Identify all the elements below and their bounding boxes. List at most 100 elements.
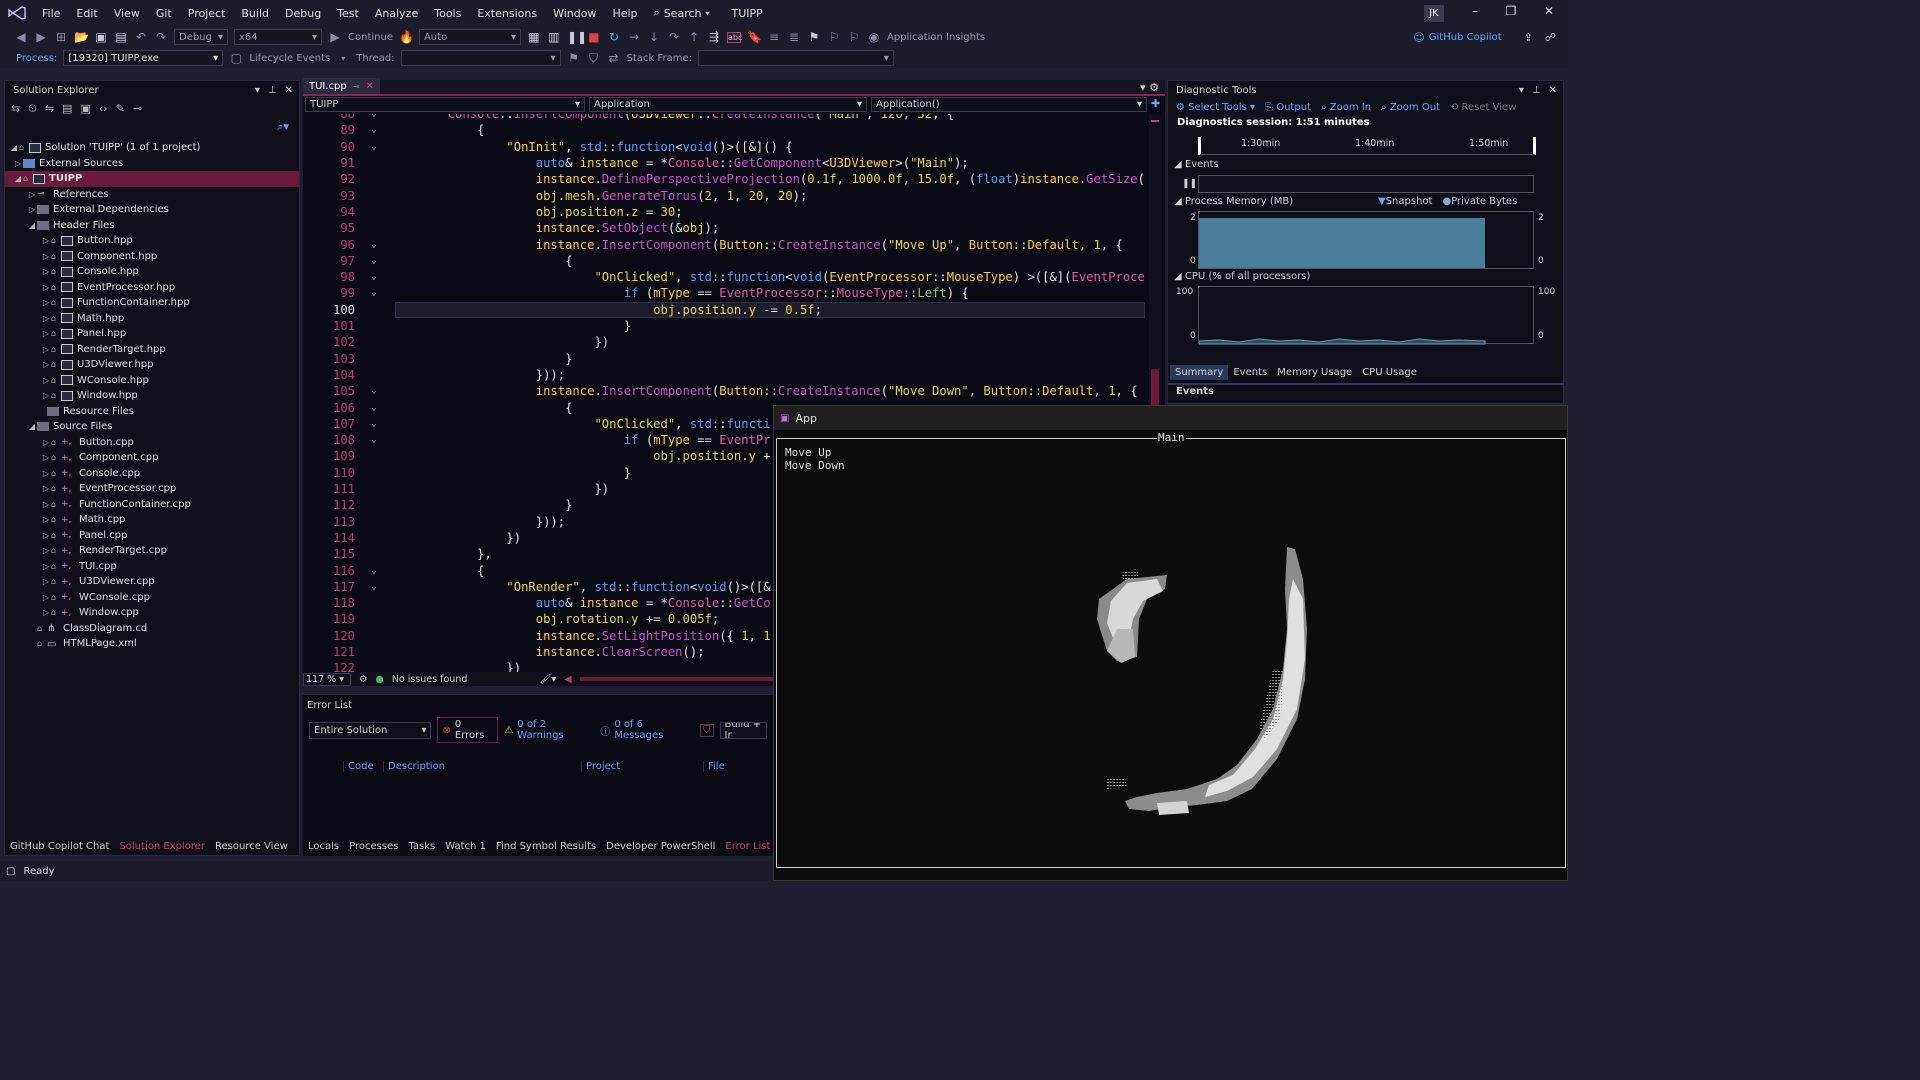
tab-tui-cpp[interactable]: TUI.cpp ⊸ ✕ — [303, 78, 380, 94]
menu-file[interactable]: File — [34, 7, 68, 20]
tree-header-files[interactable]: ◢ Header Files — [5, 218, 299, 234]
feedback-icon[interactable]: ☍ — [1545, 31, 1556, 44]
insights-icon[interactable]: ◉ — [867, 30, 881, 44]
stack-frame-select[interactable]: ▾ — [697, 50, 894, 66]
step-over-icon[interactable]: ↷ — [667, 30, 681, 44]
menu-analyze[interactable]: Analyze — [367, 7, 426, 20]
fold-icon[interactable]: ⌄ — [359, 125, 389, 135]
code-line[interactable]: 120 instance.SetLightPosition({ 1, 1 — [303, 628, 771, 644]
memory-chart[interactable] — [1198, 211, 1534, 269]
history-icon[interactable]: ⏲ — [28, 102, 37, 116]
code-line[interactable]: 104 })); — [303, 367, 565, 383]
column-code[interactable]: Code — [343, 761, 383, 772]
tab-tasks[interactable]: Tasks — [408, 841, 435, 852]
bookmark-icon[interactable]: 🔖 — [747, 30, 762, 44]
code-line[interactable]: 111 }) — [303, 481, 609, 497]
code-line[interactable]: 108 ⌄ if (mType == EventPr — [303, 432, 771, 448]
tree-source-file[interactable]: ▷ ⌂ +‚ Component.cpp — [5, 450, 299, 466]
tree-source-file[interactable]: ▷ ⌂ +‚ FunctionContainer.cpp — [5, 497, 299, 513]
menu-debug[interactable]: Debug — [277, 7, 329, 20]
flag-icon[interactable]: ⚑ — [567, 51, 581, 65]
collapse-all-icon[interactable]: ▤ — [62, 102, 72, 116]
tab-watch-1[interactable]: Watch 1 — [445, 841, 486, 852]
code-line[interactable]: 113 })); — [303, 514, 565, 530]
code-line[interactable]: 100 obj.position.y -= 0.5f; — [303, 302, 822, 318]
tab-cpu-usage[interactable]: CPU Usage — [1357, 365, 1422, 380]
tab-developer-powershell[interactable]: Developer PowerShell — [606, 841, 715, 852]
code-line[interactable]: 101 } — [303, 318, 631, 334]
tree-solution[interactable]: ◢ ⌂ Solution 'TUIPP' (1 of 1 project) — [5, 140, 299, 156]
horizontal-scrollbar[interactable] — [579, 677, 773, 681]
menu-project[interactable]: Project — [180, 7, 234, 20]
code-line[interactable]: 118 auto& instance = *Console::GetCo — [303, 595, 771, 611]
tree-header-file[interactable]: ▷ ⌂ Component.hpp — [5, 249, 299, 265]
warnings-filter-button[interactable]: ⚠ 0 of 2 Warnings — [504, 719, 594, 741]
menu-test[interactable]: Test — [329, 7, 367, 20]
code-line[interactable]: 98 ⌄ "OnClicked", std::function<void(Even… — [303, 269, 1145, 285]
code-line[interactable]: 93 obj.mesh.GenerateTorus(2, 1, 20, 20); — [303, 188, 807, 204]
pin-icon[interactable]: ⊸ — [353, 82, 360, 91]
switch-views-icon[interactable]: ⇋ — [45, 102, 54, 116]
move-down-button[interactable]: Move Down — [785, 459, 845, 472]
code-line[interactable]: 94 obj.position.z = 30; — [303, 204, 682, 220]
column-file[interactable]: File — [703, 761, 763, 772]
code-line[interactable]: 109 obj.position.y + — [303, 448, 771, 464]
preview-icon[interactable]: ⊸ — [133, 102, 142, 116]
tree-source-file[interactable]: ▷ ⌂ +‚ U3DViewer.cpp — [5, 574, 299, 590]
tab-list-icon[interactable]: ▾ ⚙ — [1134, 81, 1165, 94]
code-line[interactable]: 96 ⌄ instance.InsertComponent(Button::Cre… — [303, 236, 1123, 252]
select-tools-button[interactable]: ⚙ Select Tools ▾ — [1176, 102, 1255, 113]
tree-resource-files[interactable]: Resource Files — [5, 404, 299, 420]
tree-header-file[interactable]: ▷ ⌂ WConsole.hpp — [5, 373, 299, 389]
stop-icon[interactable]: ■ — [587, 30, 601, 44]
code-line[interactable]: 115 }, — [303, 546, 492, 562]
code-line[interactable]: 103 } — [303, 351, 572, 367]
tab-solution-explorer[interactable]: Solution Explorer — [119, 841, 205, 852]
pause-icon[interactable]: ❚❚ — [1182, 179, 1197, 189]
bookmark-toggle-icon[interactable]: ⚑ — [807, 30, 821, 44]
code-line[interactable]: 121 instance.ClearScreen(); — [303, 644, 705, 660]
tab-memory-usage[interactable]: Memory Usage — [1272, 365, 1357, 380]
pause-icon[interactable]: ❚❚ — [567, 30, 587, 44]
tab-locals[interactable]: Locals — [308, 841, 339, 852]
scroll-thumb[interactable] — [1151, 369, 1159, 409]
tree-header-file[interactable]: ▷ ⌂ Button.hpp — [5, 233, 299, 249]
tree-header-file[interactable]: ▷ ⌂ FunctionContainer.hpp — [5, 295, 299, 311]
close-icon[interactable]: ✕ — [1534, 4, 1564, 22]
brush-icon[interactable]: 🖌▾ — [539, 674, 556, 685]
tab-resource-view[interactable]: Resource View — [215, 841, 288, 852]
fold-icon[interactable]: ⌄ — [359, 435, 389, 445]
messages-filter-button[interactable]: ⓘ 0 of 6 Messages — [600, 719, 694, 741]
tree-header-file[interactable]: ▷ ⌂ Window.hpp — [5, 388, 299, 404]
step-icon[interactable]: → — [627, 30, 641, 44]
fold-icon[interactable]: ⌄ — [359, 386, 389, 396]
code-line[interactable]: 116 ⌄ { — [303, 562, 484, 578]
menu-help[interactable]: Help — [604, 7, 645, 20]
code-line[interactable]: 90 ⌄ "OnInit", std::function<void()>([&](… — [303, 139, 792, 155]
type-scope-select[interactable]: Application ▾ — [589, 97, 867, 112]
build-select[interactable]: Build + Ir — [719, 721, 767, 739]
undo-icon[interactable]: ↶ — [134, 30, 148, 44]
member-scope-select[interactable]: Application() ▾ — [871, 97, 1147, 112]
menu-build[interactable]: Build — [233, 7, 277, 20]
tree-source-file[interactable]: ▷ ⌂ +‚ Math.cpp — [5, 512, 299, 528]
tree-external-deps[interactable]: ▷ External Dependencies — [5, 202, 299, 218]
copilot-button[interactable]: ☺ GitHub Copilot ⇪ ☍ — [1413, 31, 1568, 44]
fold-icon[interactable]: ⌄ — [359, 142, 389, 152]
play-icon[interactable]: ▶ — [328, 30, 342, 44]
tree-header-file[interactable]: ▷ ⌂ EventProcessor.hpp — [5, 280, 299, 296]
process-select[interactable]: [19320] TUIPP.exe ▾ — [63, 50, 224, 66]
column-project[interactable]: Project — [581, 761, 703, 772]
new-item-icon[interactable]: ⊞ — [54, 30, 68, 44]
errors-filter-button[interactable]: ⊗ 0 Errors — [437, 717, 499, 743]
tab-find-symbol-results[interactable]: Find Symbol Results — [496, 841, 596, 852]
code-line[interactable]: 89 ⌄ { — [303, 122, 484, 138]
timeline-ruler[interactable]: 1:30min 1:40min 1:50min — [1198, 137, 1536, 155]
tree-header-file[interactable]: ▷ ⌂ U3DViewer.hpp — [5, 357, 299, 373]
filter-icon[interactable]: ⛉ — [700, 723, 714, 737]
tab-error-list[interactable]: Error List — [725, 841, 770, 852]
code-line[interactable]: 114 }) — [303, 530, 521, 546]
show-all-icon[interactable]: ▣ — [80, 102, 90, 116]
close-icon[interactable]: ✕ — [285, 85, 293, 96]
minimize-icon[interactable]: – — [1460, 4, 1490, 22]
